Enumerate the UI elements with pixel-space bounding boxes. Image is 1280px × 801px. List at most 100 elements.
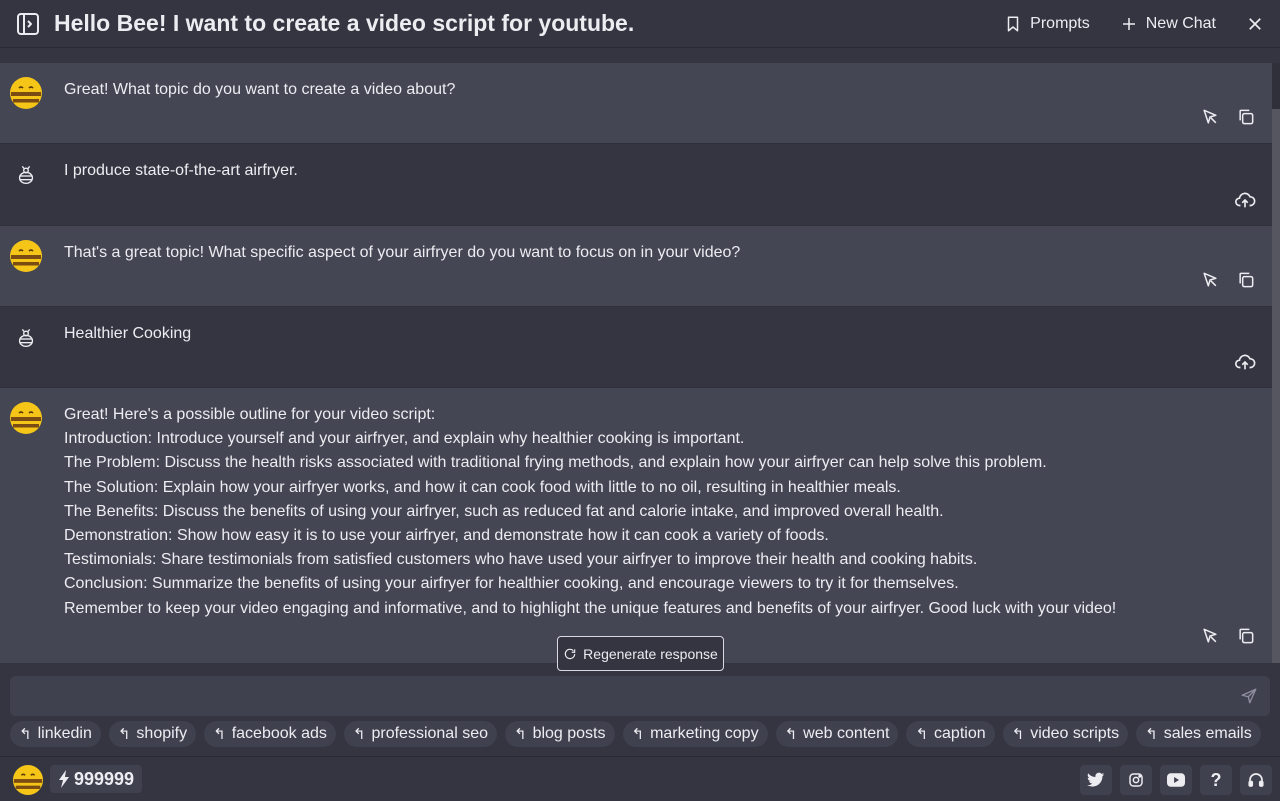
page-title: Hello Bee! I want to create a video scri… bbox=[54, 10, 635, 36]
chip-shopify[interactable]: ↰ shopify bbox=[108, 721, 197, 747]
message-line: Great! Here's a possible outline for you… bbox=[64, 406, 436, 423]
return-arrow-icon: ↰ bbox=[513, 726, 527, 743]
message-actions bbox=[1200, 107, 1256, 127]
user-bee-icon bbox=[8, 158, 44, 194]
headset-icon[interactable] bbox=[1240, 765, 1272, 795]
message-actions bbox=[1234, 351, 1256, 373]
return-arrow-icon: ↰ bbox=[352, 726, 366, 743]
copy-icon[interactable] bbox=[1236, 107, 1256, 127]
footer-bar: 999999 ? bbox=[0, 756, 1280, 800]
chip-professional-seo[interactable]: ↰ professional seo bbox=[343, 721, 497, 747]
return-arrow-icon: ↰ bbox=[784, 726, 798, 743]
message-text: That's a great topic! What specific aspe… bbox=[64, 241, 740, 265]
chip-label: video scripts bbox=[1030, 725, 1120, 742]
message-input[interactable] bbox=[10, 676, 1210, 716]
chip-label: blog posts bbox=[532, 725, 606, 742]
chat-message-bot: That's a great topic! What specific aspe… bbox=[0, 226, 1272, 307]
credits-badge: 999999 bbox=[50, 765, 143, 793]
message-line: The Solution: Explain how your airfryer … bbox=[64, 478, 901, 496]
message-line: I produce state-of-the-art airfryer. bbox=[64, 162, 298, 179]
chip-label: shopify bbox=[136, 725, 188, 742]
return-arrow-icon: ↰ bbox=[1011, 726, 1025, 743]
chat-message-user: I produce state-of-the-art airfryer. bbox=[0, 144, 1272, 226]
youtube-icon[interactable] bbox=[1160, 765, 1192, 795]
bookmark-icon bbox=[1004, 15, 1022, 33]
message-text: Healthier Cooking bbox=[64, 322, 191, 346]
bee-avatar-icon bbox=[8, 238, 44, 274]
upload-cloud-icon[interactable] bbox=[1234, 351, 1256, 373]
message-actions bbox=[1200, 626, 1256, 646]
scrollbar-thumb[interactable] bbox=[1272, 109, 1280, 663]
close-icon[interactable] bbox=[1246, 15, 1264, 33]
chip-label: web content bbox=[803, 725, 890, 742]
message-line: Conclusion: Summarize the benefits of us… bbox=[64, 575, 959, 593]
return-arrow-icon: ↰ bbox=[213, 726, 226, 743]
prompts-label: Prompts bbox=[1030, 14, 1090, 32]
upload-cloud-icon[interactable] bbox=[1234, 189, 1256, 211]
copy-icon[interactable] bbox=[1236, 270, 1256, 290]
sidebar-toggle-icon[interactable] bbox=[16, 12, 40, 36]
message-input-bar bbox=[10, 676, 1270, 716]
help-icon[interactable]: ? bbox=[1200, 765, 1232, 795]
regenerate-label: Regenerate response bbox=[583, 645, 718, 662]
refresh-icon bbox=[563, 647, 577, 661]
message-line: Testimonials: Share testimonials from sa… bbox=[64, 551, 978, 569]
message-line: Introduction: Introduce yourself and you… bbox=[64, 430, 745, 448]
user-bee-icon bbox=[8, 321, 44, 357]
bolt-icon bbox=[58, 770, 70, 788]
chip-web-content[interactable]: ↰ web content bbox=[775, 721, 899, 747]
instagram-icon[interactable] bbox=[1120, 765, 1152, 795]
chip-label: professional seo bbox=[371, 725, 488, 742]
chat-thread: Great! What topic do you want to create … bbox=[0, 63, 1272, 663]
bee-avatar-icon bbox=[8, 400, 44, 436]
return-arrow-icon: ↰ bbox=[631, 726, 645, 743]
chat-scrollbar[interactable] bbox=[1272, 63, 1280, 663]
new-chat-label: New Chat bbox=[1145, 14, 1216, 32]
message-text: I produce state-of-the-art airfryer. bbox=[64, 159, 298, 183]
bee-avatar-icon bbox=[12, 764, 44, 796]
chat-message-user: Healthier Cooking bbox=[0, 307, 1272, 388]
send-icon[interactable] bbox=[1240, 687, 1258, 705]
twitter-icon[interactable] bbox=[1080, 765, 1112, 795]
chip-blog-posts[interactable]: ↰ blog posts bbox=[504, 721, 615, 747]
message-line: The Problem: Discuss the health risks as… bbox=[64, 454, 1047, 472]
credits-count: 999999 bbox=[74, 768, 135, 789]
chip-video-scripts[interactable]: ↰ video scripts bbox=[1002, 721, 1129, 747]
return-arrow-icon: ↰ bbox=[117, 726, 131, 743]
chip-linkedin[interactable]: ↰ linkedin bbox=[10, 721, 101, 747]
select-pointer-icon[interactable] bbox=[1200, 626, 1220, 646]
prompt-chips: ↰ linkedin ↰ shopify ↰ facebook ads ↰ profes… bbox=[10, 721, 1261, 747]
bee-avatar-icon bbox=[8, 75, 44, 111]
chat-message-bot: Great! Here's a possible outline for you… bbox=[0, 388, 1272, 663]
return-arrow-icon: ↰ bbox=[19, 726, 32, 743]
chip-facebook-ads[interactable]: ↰ facebook ads bbox=[204, 721, 336, 747]
chip-label: linkedin bbox=[37, 725, 92, 742]
chat-message-bot: Great! What topic do you want to create … bbox=[0, 63, 1272, 144]
chip-caption[interactable]: ↰ caption bbox=[906, 721, 995, 747]
social-buttons: ? bbox=[1080, 765, 1272, 795]
chip-label: sales emails bbox=[1163, 725, 1252, 742]
chip-label: facebook ads bbox=[231, 725, 327, 742]
return-arrow-icon: ↰ bbox=[915, 726, 929, 743]
message-line: Healthier Cooking bbox=[64, 325, 192, 342]
select-pointer-icon[interactable] bbox=[1200, 270, 1220, 290]
chip-label: marketing copy bbox=[650, 725, 759, 742]
prompts-button[interactable]: Prompts bbox=[1004, 15, 1090, 33]
plus-icon bbox=[1120, 15, 1138, 33]
chip-label: caption bbox=[934, 725, 986, 742]
top-header: Hello Bee! I want to create a video scri… bbox=[0, 0, 1280, 48]
regenerate-response-button[interactable]: Regenerate response bbox=[557, 636, 724, 671]
message-actions bbox=[1200, 270, 1256, 290]
message-line: The Benefits: Discuss the benefits of us… bbox=[64, 502, 944, 520]
message-line: That's a great topic! What specific aspe… bbox=[64, 244, 741, 261]
message-text: Great! What topic do you want to create … bbox=[64, 78, 455, 102]
select-pointer-icon[interactable] bbox=[1200, 107, 1220, 127]
return-arrow-icon: ↰ bbox=[1145, 726, 1158, 743]
message-line: Great! What topic do you want to create … bbox=[64, 81, 456, 98]
chip-sales-emails[interactable]: ↰ sales emails bbox=[1136, 721, 1261, 747]
message-line: Demonstration: Show how easy it is to us… bbox=[64, 527, 829, 545]
copy-icon[interactable] bbox=[1236, 626, 1256, 646]
chip-marketing-copy[interactable]: ↰ marketing copy bbox=[622, 721, 768, 747]
message-actions bbox=[1234, 189, 1256, 211]
new-chat-button[interactable]: New Chat bbox=[1120, 15, 1216, 33]
